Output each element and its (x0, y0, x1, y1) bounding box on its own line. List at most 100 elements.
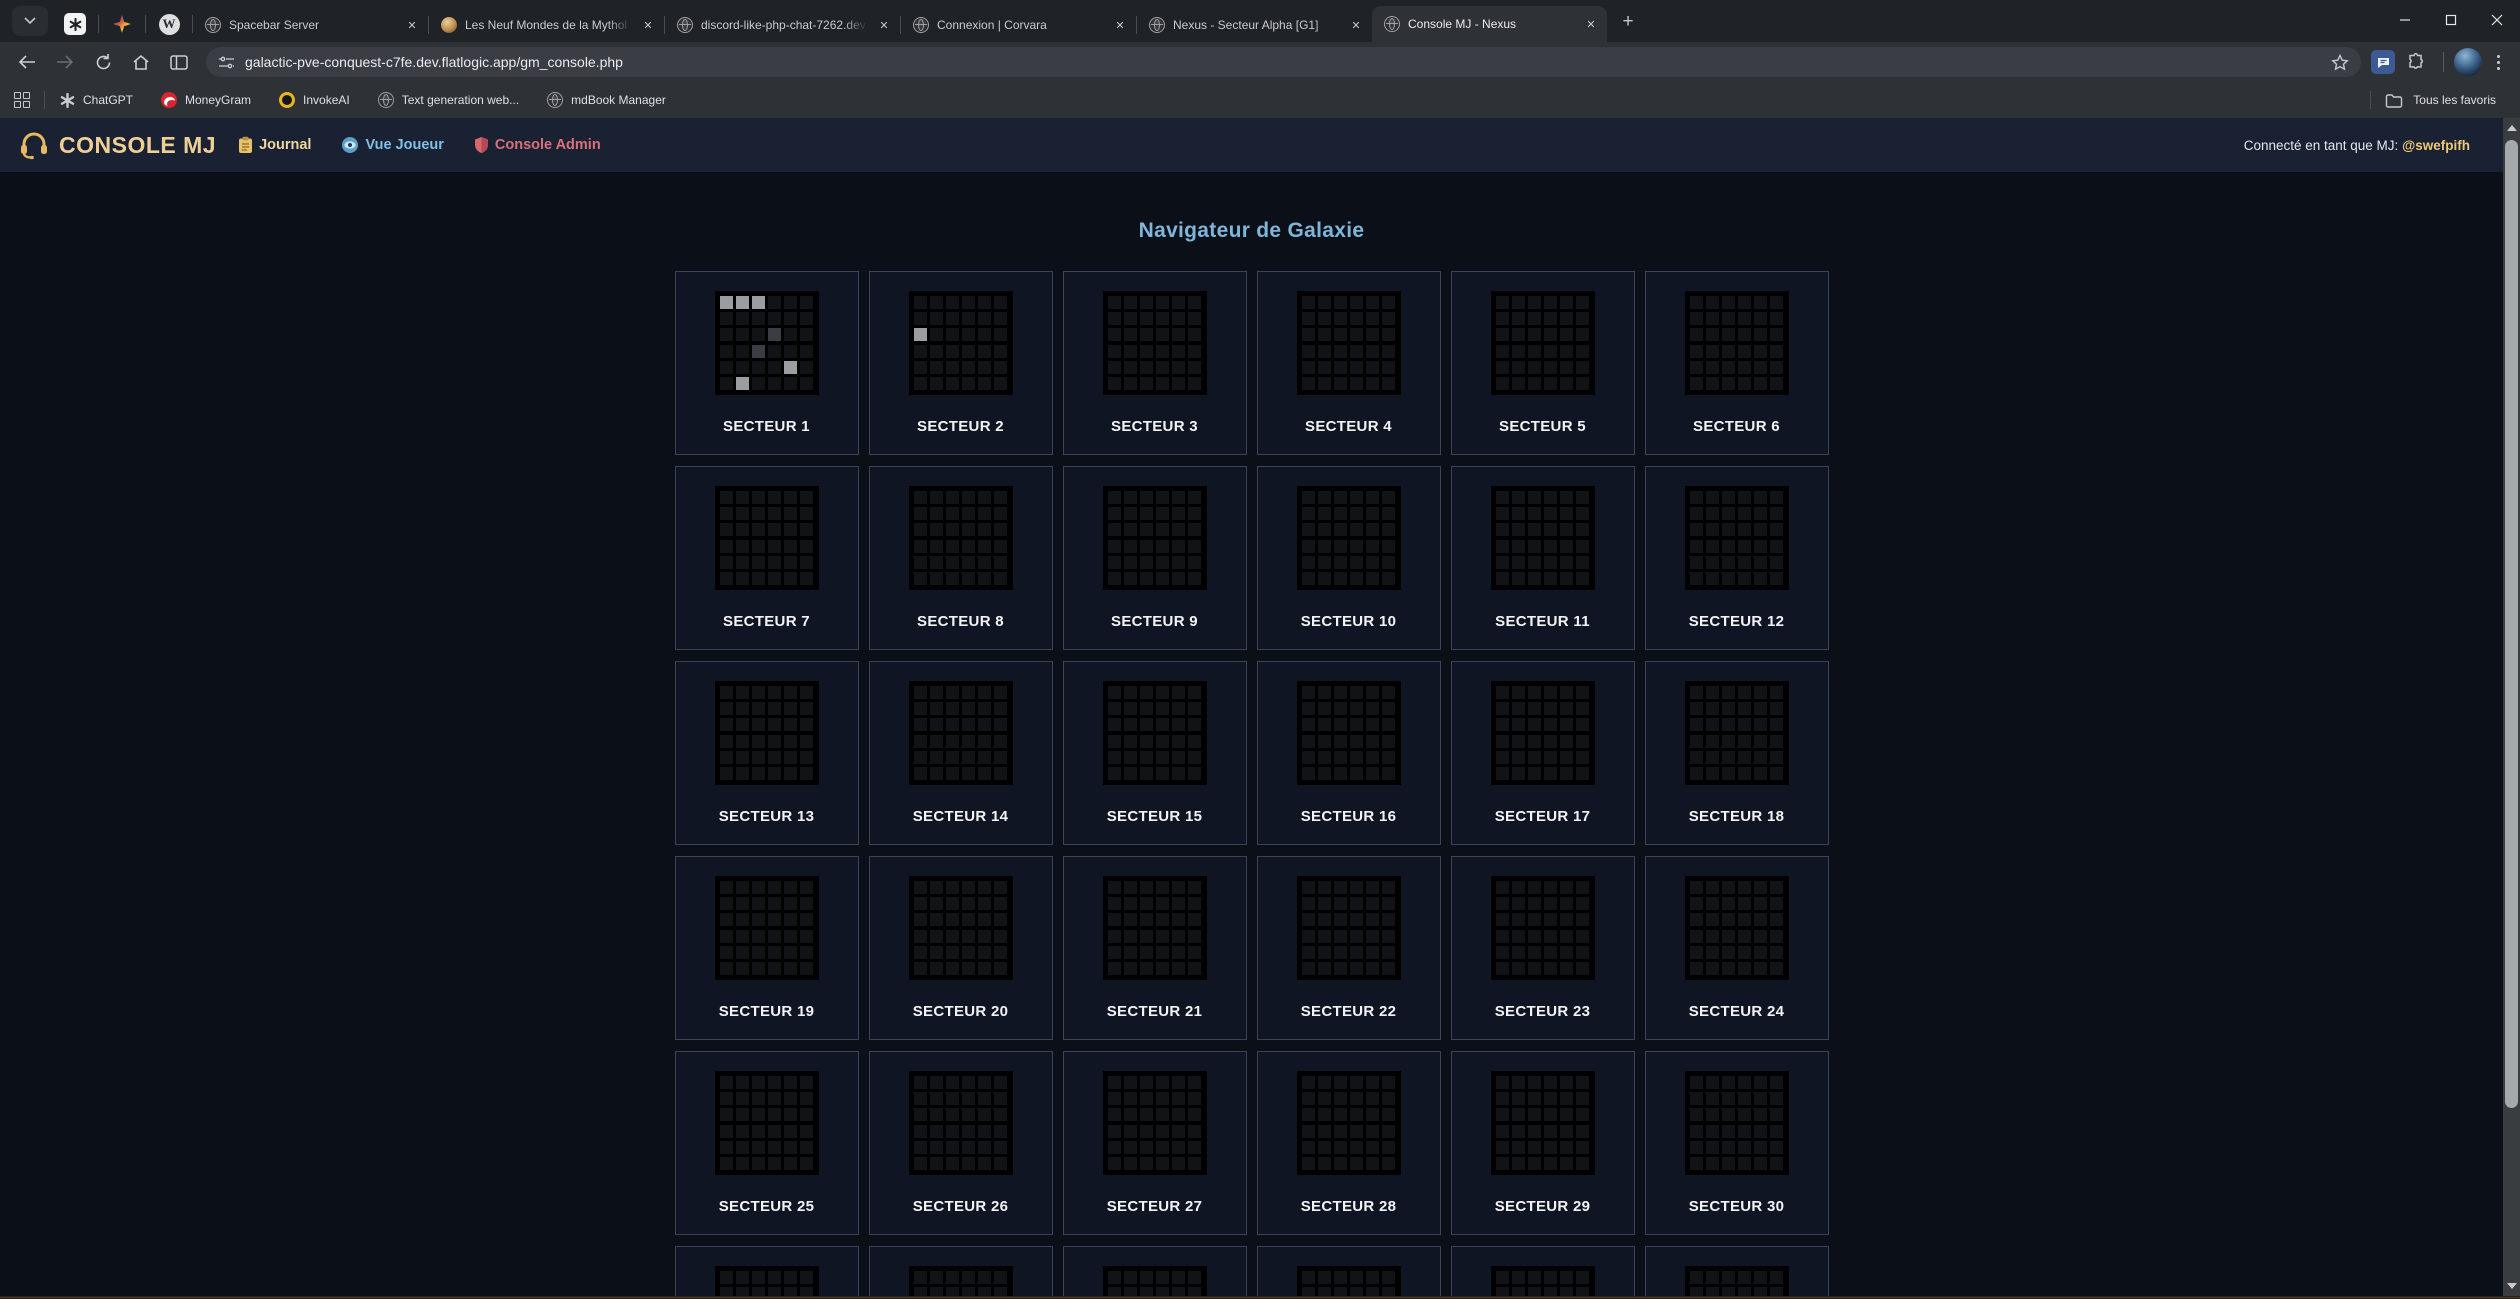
browser-tab[interactable]: discord-like-php-chat-7262.dev ✕ (665, 8, 900, 42)
sector-cell (1140, 345, 1153, 358)
site-info-icon[interactable] (218, 55, 235, 70)
profile-avatar[interactable] (2454, 48, 2482, 76)
sector-card[interactable]: SECTEUR 13 (675, 661, 859, 845)
sector-card[interactable]: SECTEUR 11 (1451, 466, 1635, 650)
scrollbar-thumb[interactable] (2505, 140, 2518, 1108)
extensions-puzzle-button[interactable] (2399, 45, 2433, 79)
bookmark-item[interactable]: MoneyGram (161, 92, 251, 108)
sector-card[interactable]: SECTEUR 2 (869, 271, 1053, 455)
url-text[interactable]: galactic-pve-conquest-c7fe.dev.flatlogic… (245, 54, 2321, 70)
sector-cell (752, 361, 765, 374)
sector-cell (1156, 491, 1169, 504)
sector-cell (800, 897, 813, 910)
tab-close-icon[interactable]: ✕ (1112, 17, 1128, 33)
sector-card[interactable]: SECTEUR 25 (675, 1051, 859, 1235)
sector-card[interactable]: SECTEUR 22 (1257, 856, 1441, 1040)
browser-tab[interactable]: Console MJ - Nexus ✕ (1372, 6, 1607, 42)
tab-close-icon[interactable]: ✕ (404, 17, 420, 33)
close-button[interactable] (2474, 0, 2520, 40)
sector-card[interactable]: SECTEUR 4 (1257, 271, 1441, 455)
page-scrollbar[interactable] (2503, 118, 2520, 1296)
sector-card[interactable]: SECTEUR 21 (1063, 856, 1247, 1040)
apps-grid-icon[interactable] (14, 92, 30, 108)
back-button[interactable] (10, 45, 44, 79)
scrollbar-down-arrow[interactable] (2503, 1278, 2520, 1294)
sector-card[interactable]: SECTEUR 12 (1645, 466, 1829, 650)
sector-card[interactable]: SECTEUR 23 (1451, 856, 1635, 1040)
reload-button[interactable] (86, 45, 120, 79)
nav-item-console-admin[interactable]: Console Admin (474, 136, 601, 154)
forward-button[interactable] (48, 45, 82, 79)
sector-card[interactable]: SECTEUR 28 (1257, 1051, 1441, 1235)
tab-close-icon[interactable]: ✕ (1348, 17, 1364, 33)
browser-tab[interactable]: Spacebar Server ✕ (193, 8, 428, 42)
sector-card[interactable]: SECTEUR 5 (1451, 271, 1635, 455)
sector-card[interactable]: SECTEUR 7 (675, 466, 859, 650)
sector-card[interactable]: SECTEUR 8 (869, 466, 1053, 650)
sector-cell (1706, 556, 1719, 569)
sector-card[interactable]: SECTEUR 18 (1645, 661, 1829, 845)
sector-card[interactable]: SECTEUR 10 (1257, 466, 1441, 650)
sector-cell (784, 930, 797, 943)
new-tab-button[interactable]: + (1613, 7, 1643, 37)
tab-close-icon[interactable]: ✕ (1583, 16, 1599, 32)
sector-card-partial[interactable] (675, 1246, 859, 1299)
sector-card[interactable]: SECTEUR 3 (1063, 271, 1247, 455)
sector-cell (784, 767, 797, 780)
sector-cell (1496, 686, 1509, 699)
pinned-tab-wordpress[interactable]: W (146, 7, 192, 41)
all-bookmarks[interactable]: Tous les favoris (2366, 91, 2506, 109)
sector-card-partial[interactable] (869, 1246, 1053, 1299)
browser-tab[interactable]: Les Neuf Mondes de la Mythol ✕ (429, 8, 664, 42)
home-button[interactable] (124, 45, 158, 79)
site-brand[interactable]: CONSOLE MJ (18, 130, 216, 160)
sector-card-partial[interactable] (1063, 1246, 1247, 1299)
sector-card[interactable]: SECTEUR 24 (1645, 856, 1829, 1040)
sector-card[interactable]: SECTEUR 1 (675, 271, 859, 455)
sector-card[interactable]: SECTEUR 17 (1451, 661, 1635, 845)
browser-tab[interactable]: Nexus - Secteur Alpha [G1] ✕ (1137, 8, 1372, 42)
nav-item-journal[interactable]: Journal (238, 136, 311, 154)
sector-cell (1512, 296, 1525, 309)
bookmark-item[interactable]: Text generation web... (378, 92, 519, 108)
sector-cell (1318, 686, 1331, 699)
sector-cell (736, 1076, 749, 1089)
nav-item-vue-joueur[interactable]: Vue Joueur (341, 136, 443, 154)
bookmark-item[interactable]: ChatGPT (59, 92, 133, 108)
scrollbar-up-arrow[interactable] (2503, 120, 2520, 136)
sector-label: SECTEUR 4 (1305, 418, 1392, 435)
sector-cell (1188, 540, 1201, 553)
sector-card[interactable]: SECTEUR 6 (1645, 271, 1829, 455)
sector-card[interactable]: SECTEUR 19 (675, 856, 859, 1040)
address-bar[interactable]: galactic-pve-conquest-c7fe.dev.flatlogic… (206, 47, 2361, 77)
pinned-tab-chatgpt[interactable] (52, 7, 98, 41)
sector-card-partial[interactable] (1451, 1246, 1635, 1299)
sector-card[interactable]: SECTEUR 20 (869, 856, 1053, 1040)
bookmark-star-icon[interactable] (2331, 54, 2349, 71)
sector-card[interactable]: SECTEUR 15 (1063, 661, 1247, 845)
sector-card[interactable]: SECTEUR 26 (869, 1051, 1053, 1235)
browser-menu-button[interactable] (2486, 50, 2510, 74)
sector-card-partial[interactable] (1645, 1246, 1829, 1299)
sector-card[interactable]: SECTEUR 16 (1257, 661, 1441, 845)
sector-cell (1770, 962, 1783, 975)
maximize-button[interactable] (2428, 0, 2474, 40)
tab-search-button[interactable] (12, 6, 48, 36)
pinned-tab-gemini[interactable] (99, 7, 145, 41)
sector-label: SECTEUR 12 (1689, 613, 1785, 630)
sector-card[interactable]: SECTEUR 29 (1451, 1051, 1635, 1235)
side-panel-button[interactable] (162, 45, 196, 79)
sector-card[interactable]: SECTEUR 14 (869, 661, 1053, 845)
browser-tab[interactable]: Connexion | Corvara ✕ (901, 8, 1136, 42)
extension-button[interactable] (2371, 50, 2395, 74)
sector-card[interactable]: SECTEUR 27 (1063, 1051, 1247, 1235)
sector-card[interactable]: SECTEUR 30 (1645, 1051, 1829, 1235)
bookmark-item[interactable]: InvokeAI (279, 92, 350, 108)
sector-card-partial[interactable] (1257, 1246, 1441, 1299)
bookmark-item[interactable]: mdBook Manager (547, 92, 666, 108)
minimize-button[interactable] (2382, 0, 2428, 40)
sector-card[interactable]: SECTEUR 9 (1063, 466, 1247, 650)
sector-cell (736, 702, 749, 715)
tab-close-icon[interactable]: ✕ (876, 17, 892, 33)
tab-close-icon[interactable]: ✕ (640, 17, 656, 33)
